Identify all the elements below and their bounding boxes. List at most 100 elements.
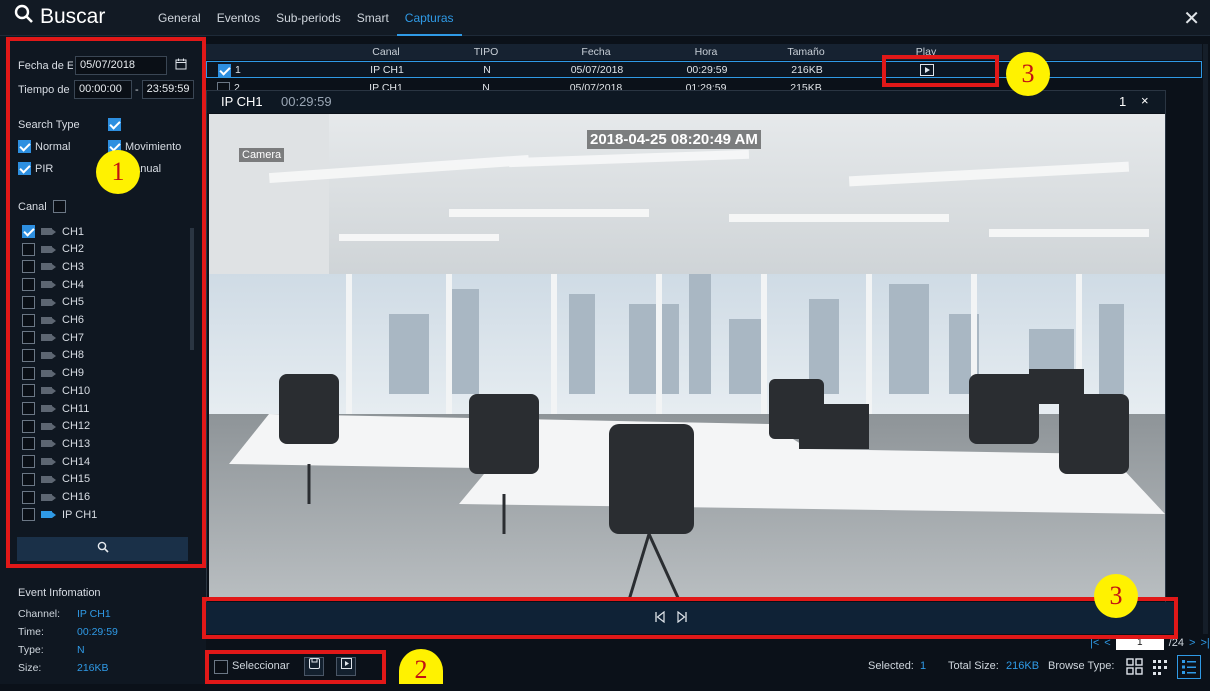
channel-checkbox[interactable] (22, 508, 35, 522)
row-checkbox[interactable] (218, 64, 231, 77)
channel-checkbox[interactable] (22, 402, 35, 415)
search-button[interactable] (17, 537, 188, 561)
camera-icon (41, 511, 56, 519)
col-fecha[interactable]: Fecha (546, 44, 646, 60)
channel-item[interactable]: CH13 (22, 437, 91, 451)
save-button[interactable] (304, 657, 324, 676)
channel-item[interactable]: CH15 (22, 472, 90, 486)
channel-item[interactable]: CH1 (22, 225, 84, 238)
table-row[interactable]: 1 IP CH1 N 05/07/2018 00:29:59 216KB (206, 61, 1202, 78)
col-tamano[interactable]: Tamaño (766, 44, 846, 60)
channel-item[interactable]: CH12 (22, 419, 91, 433)
col-canal[interactable]: Canal (346, 44, 426, 60)
camera-icon (41, 228, 56, 235)
channel-item[interactable]: CH9 (22, 366, 84, 380)
camera-icon (41, 387, 56, 395)
channel-item[interactable]: CH10 (22, 384, 90, 398)
channel-item[interactable]: IP CH1 (22, 508, 98, 522)
channel-checkbox[interactable] (22, 225, 35, 238)
tab-general[interactable]: General (150, 0, 209, 36)
type-normal[interactable]: Normal (18, 140, 70, 153)
col-tipo[interactable]: TIPO (446, 44, 526, 60)
canal-label: Canal (18, 200, 47, 213)
select-all-checkbox[interactable] (214, 660, 228, 674)
row-play-button[interactable] (897, 62, 957, 78)
event-time-row: Time: 00:29:59 (18, 626, 118, 638)
event-time-label: Time: (18, 626, 44, 638)
col-hora[interactable]: Hora (666, 44, 746, 60)
camera-icon (41, 351, 56, 359)
channel-checkbox[interactable] (22, 278, 35, 292)
type-pir-checkbox[interactable] (18, 162, 31, 175)
browse-type-label: Browse Type: (1048, 660, 1115, 672)
total-size-value: 216KB (1006, 660, 1040, 672)
tab-smart[interactable]: Smart (349, 0, 397, 36)
channel-item[interactable]: CH6 (22, 313, 84, 327)
page-input[interactable]: 1 (1115, 636, 1164, 650)
channel-label: CH13 (62, 437, 91, 450)
time-start-field[interactable]: 00:00:00 (74, 80, 132, 99)
channel-item[interactable]: CH3 (22, 260, 84, 274)
total-size-label: Total Size: (948, 660, 999, 672)
channel-checkbox[interactable] (22, 313, 35, 327)
channel-checkbox[interactable] (22, 366, 35, 380)
channel-item[interactable]: CH4 (22, 278, 85, 292)
search-type-all-checkbox[interactable] (108, 118, 121, 131)
prev-page-button[interactable]: < (1104, 637, 1110, 649)
time-end-field[interactable]: 23:59:59 (141, 80, 194, 99)
tab-sub-periods[interactable]: Sub-periods (268, 0, 349, 36)
first-page-button[interactable]: |< (1090, 637, 1099, 649)
channel-label: CH4 (62, 278, 85, 291)
channel-item[interactable]: CH7 (22, 331, 84, 345)
canal-all-checkbox[interactable] (52, 200, 66, 213)
calendar-icon[interactable] (175, 58, 187, 73)
channel-item[interactable]: CH11 (22, 402, 89, 415)
channel-checkbox[interactable] (22, 490, 35, 504)
channel-checkbox[interactable] (22, 242, 35, 256)
type-normal-checkbox[interactable] (18, 140, 31, 153)
tab-eventos[interactable]: Eventos (209, 0, 268, 36)
selected-label: Selected: (868, 660, 914, 672)
play-selected-button[interactable] (336, 657, 356, 676)
channel-scrollbar[interactable] (190, 228, 194, 350)
channel-checkbox[interactable] (22, 260, 35, 274)
channel-item[interactable]: CH8 (22, 348, 84, 362)
type-pir[interactable]: PIR (18, 162, 53, 175)
tab-capturas[interactable]: Capturas (396, 0, 462, 36)
channel-item[interactable]: CH16 (22, 490, 90, 504)
list-view-icon[interactable] (1177, 655, 1201, 679)
thumbnail-view-icon[interactable] (1150, 656, 1172, 678)
date-field[interactable]: 05/07/2018 (75, 56, 167, 75)
event-info-title: Event Infomation (18, 587, 101, 599)
row-tipo: N (483, 64, 491, 76)
channel-checkbox[interactable] (22, 419, 35, 433)
channel-checkbox[interactable] (22, 331, 35, 345)
channel-label: IP CH1 (62, 508, 98, 521)
player-channel: IP CH1 (221, 94, 263, 109)
channel-checkbox[interactable] (22, 472, 35, 486)
channel-item[interactable]: CH5 (22, 295, 84, 309)
channel-label: CH12 (62, 420, 91, 433)
next-page-button[interactable]: > (1189, 637, 1195, 649)
prev-frame-icon[interactable] (654, 610, 666, 626)
channel-checkbox[interactable] (22, 437, 35, 451)
table-row[interactable]: 2 IP CH1 N 05/07/2018 01:29:59 215KB (206, 80, 1202, 90)
channel-item[interactable]: CH14 (22, 455, 90, 469)
channel-checkbox[interactable] (22, 455, 35, 469)
play-icon (920, 64, 934, 77)
channel-item[interactable]: CH2 (22, 242, 84, 256)
col-play: Play (915, 46, 937, 58)
table-scrollbar[interactable] (1203, 44, 1208, 634)
close-icon[interactable]: ✕ (1183, 6, 1200, 31)
channel-checkbox[interactable] (22, 295, 35, 309)
channel-label: CH11 (62, 402, 90, 415)
next-frame-icon[interactable] (676, 610, 688, 626)
channel-label: CH1 (62, 225, 85, 238)
top-bar: Buscar General Eventos Sub-periods Smart… (0, 0, 1210, 36)
row-checkbox[interactable] (217, 82, 230, 90)
player-close-icon[interactable]: × (1141, 93, 1149, 108)
grid-view-icon[interactable] (1124, 656, 1146, 678)
channel-checkbox[interactable] (22, 348, 35, 362)
channel-checkbox[interactable] (22, 384, 35, 398)
last-page-button[interactable]: >| (1200, 637, 1209, 649)
